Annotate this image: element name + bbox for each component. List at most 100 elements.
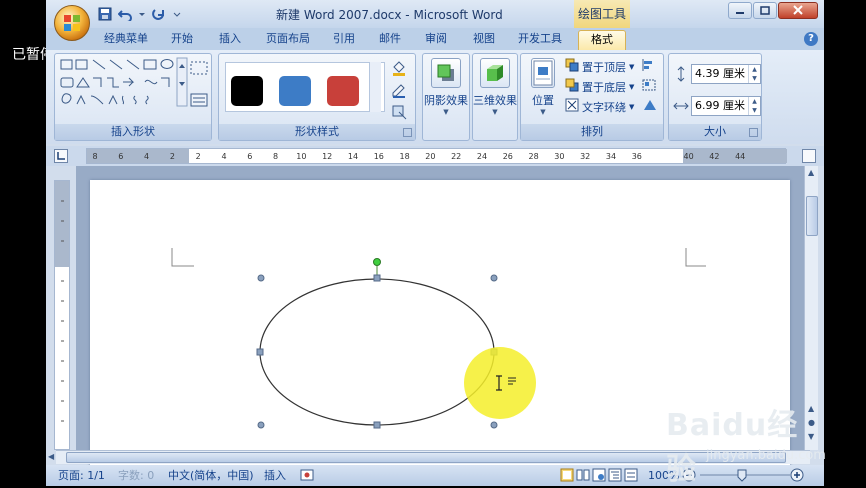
group-icon xyxy=(641,78,659,95)
shape-fill-button[interactable] xyxy=(391,60,407,79)
resize-handle-top-left[interactable] xyxy=(257,274,265,282)
window-title: 新建 Word 2007.docx - Microsoft Word xyxy=(276,8,503,22)
customize-qat-icon[interactable] xyxy=(172,7,182,21)
word-count[interactable]: 字数: 0 xyxy=(118,468,154,483)
resize-handle-top-right[interactable] xyxy=(490,274,498,282)
restore-button[interactable] xyxy=(753,2,777,19)
ruler-row: 8 6 4 2 2 4 6 8 10 12 14 16 18 20 22 24 26 28 30 32 34 36 40 42… xyxy=(46,146,824,166)
ellipse-shape[interactable] xyxy=(259,278,495,426)
send-to-back-button[interactable]: 置于底层 ▼ xyxy=(565,78,634,95)
styles-scroll[interactable] xyxy=(369,62,381,112)
ruler-tick-label: 22 xyxy=(451,152,461,161)
redo-icon[interactable] xyxy=(152,7,166,21)
change-shape-button[interactable] xyxy=(391,104,407,123)
tab-mailings[interactable]: 邮件 xyxy=(372,30,408,50)
height-spinner-icon[interactable]: ▲ ▼ xyxy=(748,65,760,83)
full-screen-view-icon[interactable] xyxy=(576,468,590,483)
tab-developer[interactable]: 开发工具 xyxy=(512,30,568,50)
minimize-button[interactable] xyxy=(728,2,752,19)
view-ruler-icon[interactable] xyxy=(802,149,816,163)
three-d-effects-button[interactable]: 三维效果 ▼ xyxy=(473,58,517,116)
rotate-icon xyxy=(641,98,659,115)
resize-handle-top[interactable] xyxy=(373,274,381,282)
undo-icon[interactable] xyxy=(117,7,132,23)
draft-view-icon[interactable] xyxy=(624,468,638,483)
shape-width-icon xyxy=(673,98,689,117)
size-group: 4.39 厘米 ▲ ▼ 6.99 厘米 ▲ ▼ 大小 xyxy=(668,53,762,141)
width-spinner-icon[interactable]: ▲ ▼ xyxy=(748,97,760,115)
align-button[interactable] xyxy=(641,58,659,75)
position-button[interactable]: 位置 ▼ xyxy=(525,58,561,116)
macro-record-icon[interactable] xyxy=(300,468,314,483)
baidu-watermark: Baidu经验 jingyan.baidu.com xyxy=(666,400,826,487)
send-back-icon xyxy=(565,78,579,95)
tab-references[interactable]: 引用 xyxy=(326,30,362,50)
position-dropdown-icon: ▼ xyxy=(540,108,546,116)
print-layout-view-icon[interactable] xyxy=(560,468,574,483)
page-count[interactable]: 页面: 1/1 xyxy=(58,468,105,483)
ruler-tick-label: 34 xyxy=(606,152,616,161)
resize-handle-left[interactable] xyxy=(256,348,264,356)
close-button[interactable] xyxy=(778,2,818,19)
ruler-tick-label: 32 xyxy=(580,152,590,161)
ruler-tick-label: 18 xyxy=(400,152,410,161)
rotate-button[interactable] xyxy=(641,98,659,115)
shape-width-input[interactable]: 6.99 厘米 ▲ ▼ xyxy=(691,96,761,116)
tab-page-layout[interactable]: 页面布局 xyxy=(258,30,318,50)
style-swatch-black[interactable] xyxy=(231,76,263,106)
tab-classic-menu[interactable]: 经典菜单 xyxy=(98,30,154,50)
vertical-scroll-thumb[interactable] xyxy=(806,196,818,236)
insert-shapes-group: 插入形状 xyxy=(54,53,212,141)
insert-mode[interactable]: 插入 xyxy=(264,468,286,483)
tab-selector-icon[interactable] xyxy=(54,149,68,163)
ruler-tick-label: 44 xyxy=(735,152,745,161)
shadow-effects-button[interactable]: 阴影效果 ▼ xyxy=(423,58,469,116)
scroll-up-icon[interactable]: ▲ xyxy=(808,168,814,177)
office-button[interactable] xyxy=(54,5,90,41)
window-controls xyxy=(728,2,818,19)
web-layout-view-icon[interactable] xyxy=(592,468,606,483)
resize-handle-bottom[interactable] xyxy=(373,421,381,429)
help-icon[interactable]: ? xyxy=(804,32,818,46)
shape-styles-group: 形状样式 xyxy=(218,53,416,141)
rotation-handle[interactable] xyxy=(373,258,381,266)
ruler-tick-label: 16 xyxy=(374,152,384,161)
bring-to-front-button[interactable]: 置于顶层 ▼ xyxy=(565,58,634,75)
group-button[interactable] xyxy=(641,78,659,95)
send-back-dropdown-icon: ▼ xyxy=(629,82,635,91)
shape-outline-button[interactable] xyxy=(391,82,407,101)
resize-handle-bottom-left[interactable] xyxy=(257,421,265,429)
shape-height-icon xyxy=(673,66,689,85)
contextual-tab-title: 绘图工具 xyxy=(574,0,630,28)
language-indicator[interactable]: 中文(简体，中国) xyxy=(168,468,254,483)
text-wrapping-button[interactable]: 文字环绕 ▼ xyxy=(565,98,634,115)
bring-to-front-label: 置于顶层 xyxy=(582,60,626,74)
ribbon: 插入形状 形状样式 阴影效果 ▼ 三维效果 ▼ 位置 ▼ 置于顶层 ▼ 置于底层… xyxy=(46,50,824,144)
ruler-tick-label: 12 xyxy=(322,152,332,161)
tab-home[interactable]: 开始 xyxy=(164,30,200,50)
scroll-left-icon[interactable]: ◀ xyxy=(48,452,54,461)
tab-view[interactable]: 视图 xyxy=(466,30,502,50)
resize-handle-bottom-right[interactable] xyxy=(490,421,498,429)
text-wrap-icon xyxy=(565,98,579,115)
ruler-tick-label: 8 xyxy=(273,152,278,161)
outline-view-icon[interactable] xyxy=(608,468,622,483)
tab-insert[interactable]: 插入 xyxy=(212,30,248,50)
horizontal-ruler[interactable]: 8 6 4 2 2 4 6 8 10 12 14 16 18 20 22 24 26 28 30 32 34 36 40 42… xyxy=(86,148,787,164)
watermark-brand: Baidu经验 xyxy=(666,408,799,487)
vertical-ruler[interactable] xyxy=(54,180,70,450)
style-swatch-blue[interactable] xyxy=(279,76,311,106)
shape-styles-launcher[interactable] xyxy=(403,128,412,137)
size-launcher[interactable] xyxy=(749,128,758,137)
ruler-tick-label: 42 xyxy=(709,152,719,161)
style-swatch-red[interactable] xyxy=(327,76,359,106)
three-d-dropdown-icon: ▼ xyxy=(492,108,498,116)
tab-review[interactable]: 审阅 xyxy=(418,30,454,50)
shapes-gallery[interactable] xyxy=(55,54,211,122)
align-icon xyxy=(641,58,659,75)
undo-dropdown-icon[interactable] xyxy=(138,7,146,21)
send-to-back-label: 置于底层 xyxy=(582,80,626,94)
tab-format[interactable]: 格式 xyxy=(578,30,626,50)
shape-height-input[interactable]: 4.39 厘米 ▲ ▼ xyxy=(691,64,761,84)
save-icon[interactable] xyxy=(98,7,112,21)
